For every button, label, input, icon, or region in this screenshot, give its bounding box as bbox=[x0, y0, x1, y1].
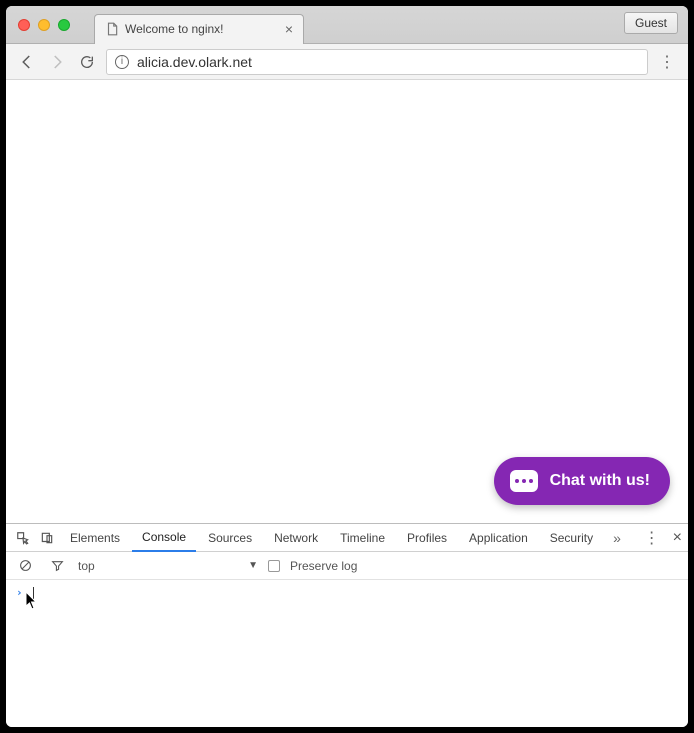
tab-bar: Welcome to nginx! × Guest bbox=[6, 6, 688, 44]
window-close-button[interactable] bbox=[18, 19, 30, 31]
page-content: Chat with us! bbox=[6, 80, 688, 523]
profile-label: Guest bbox=[635, 16, 667, 30]
devtools-tab-elements[interactable]: Elements bbox=[60, 525, 130, 551]
console-toolbar: top ▼ Preserve log bbox=[6, 552, 688, 580]
reload-button[interactable] bbox=[76, 51, 98, 73]
url-text: alicia.dev.olark.net bbox=[137, 54, 252, 70]
devtools-tabbar: Elements Console Sources Network Timelin… bbox=[6, 524, 688, 552]
devtools-menu-button[interactable]: ⋮ bbox=[641, 527, 663, 549]
address-bar[interactable]: i alicia.dev.olark.net bbox=[106, 49, 648, 75]
preserve-log-label: Preserve log bbox=[290, 559, 357, 573]
tab-title: Welcome to nginx! bbox=[125, 22, 224, 36]
mouse-cursor-icon bbox=[26, 592, 38, 610]
browser-window: Welcome to nginx! × Guest i alicia.dev.o… bbox=[6, 6, 688, 727]
devtools-tab-application[interactable]: Application bbox=[459, 525, 538, 551]
filter-button[interactable] bbox=[46, 555, 68, 577]
clear-console-button[interactable] bbox=[14, 555, 36, 577]
window-minimize-button[interactable] bbox=[38, 19, 50, 31]
page-icon bbox=[105, 22, 119, 36]
window-maximize-button[interactable] bbox=[58, 19, 70, 31]
devtools-tab-timeline[interactable]: Timeline bbox=[330, 525, 395, 551]
toolbar: i alicia.dev.olark.net ⋮ bbox=[6, 44, 688, 80]
inspect-element-button[interactable] bbox=[12, 527, 34, 549]
profile-button[interactable]: Guest bbox=[624, 12, 678, 34]
devtools-tab-network[interactable]: Network bbox=[264, 525, 328, 551]
back-button[interactable] bbox=[16, 51, 38, 73]
dropdown-triangle-icon: ▼ bbox=[248, 560, 258, 571]
chat-widget-button[interactable]: Chat with us! bbox=[494, 457, 670, 505]
tab-close-button[interactable]: × bbox=[285, 21, 293, 37]
devtools-tab-security[interactable]: Security bbox=[540, 525, 603, 551]
device-toolbar-button[interactable] bbox=[36, 527, 58, 549]
devtools-tab-profiles[interactable]: Profiles bbox=[397, 525, 457, 551]
forward-button[interactable] bbox=[46, 51, 68, 73]
context-selector-value: top bbox=[78, 559, 95, 573]
devtools-tabs-overflow-button[interactable]: » bbox=[605, 530, 629, 546]
devtools-tab-console[interactable]: Console bbox=[132, 524, 196, 552]
console-prompt-icon: › bbox=[16, 586, 23, 599]
preserve-log-checkbox[interactable] bbox=[268, 560, 280, 572]
traffic-lights bbox=[6, 19, 82, 31]
console-cursor bbox=[33, 587, 34, 599]
chat-bubble-icon bbox=[510, 470, 538, 492]
console-output[interactable]: › bbox=[6, 580, 688, 727]
browser-menu-button[interactable]: ⋮ bbox=[656, 51, 678, 73]
chat-widget-label: Chat with us! bbox=[550, 472, 650, 490]
context-selector[interactable]: top ▼ bbox=[78, 559, 258, 573]
devtools-tab-sources[interactable]: Sources bbox=[198, 525, 262, 551]
devtools-close-button[interactable]: × bbox=[673, 529, 682, 547]
browser-tab[interactable]: Welcome to nginx! × bbox=[94, 14, 304, 44]
devtools-panel: Elements Console Sources Network Timelin… bbox=[6, 523, 688, 727]
site-info-icon[interactable]: i bbox=[115, 55, 129, 69]
